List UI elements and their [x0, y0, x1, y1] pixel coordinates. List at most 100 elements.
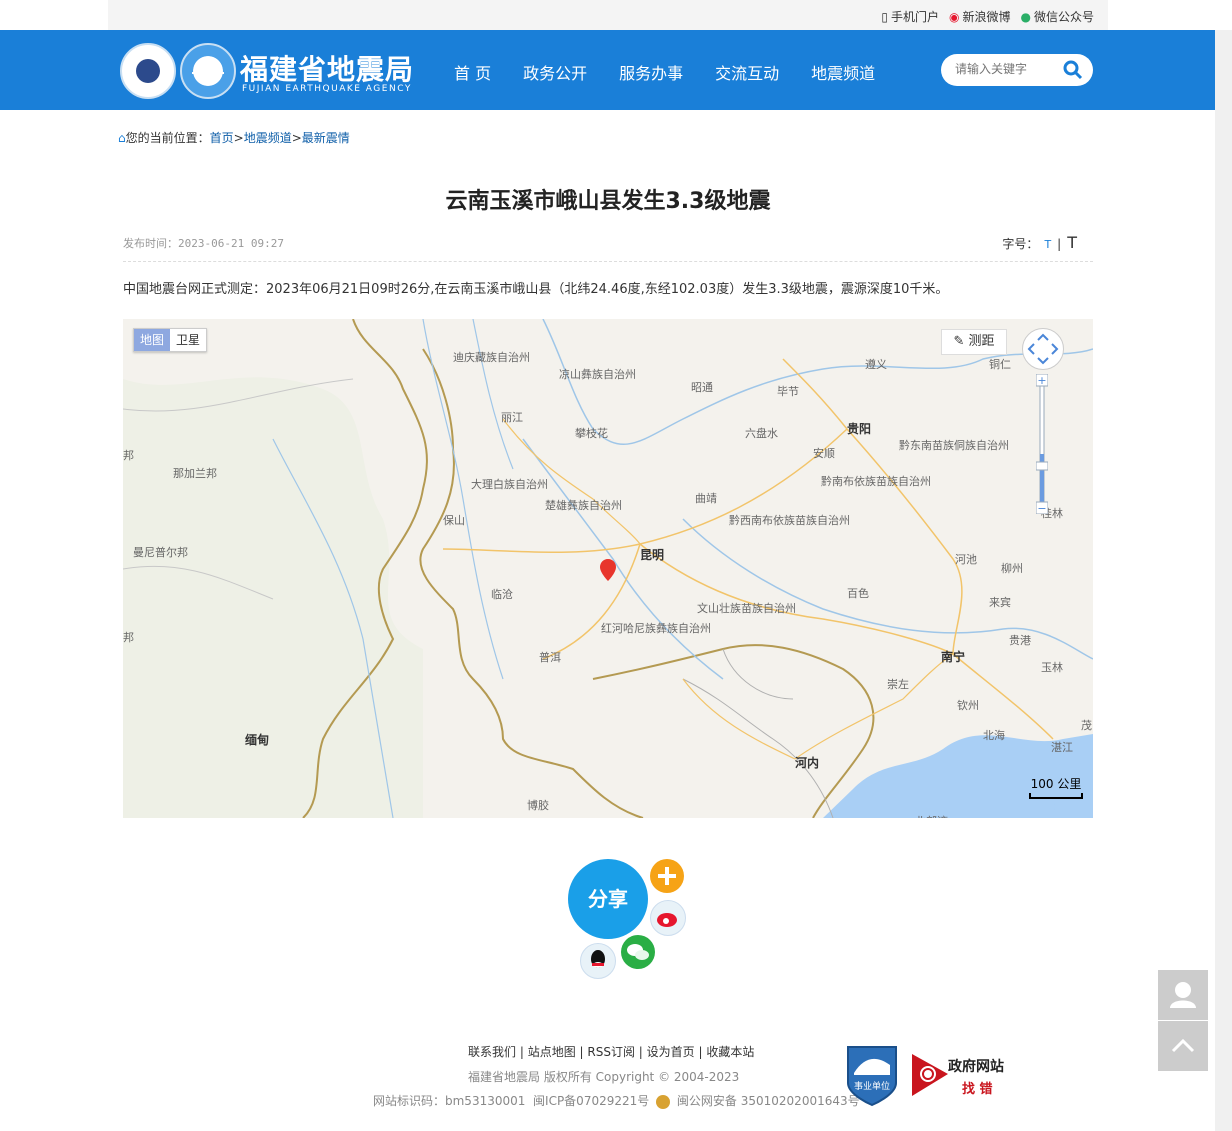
gov-site-error-badge[interactable]: 政府网站 找 错	[910, 1052, 1020, 1098]
fjea-seal-icon	[180, 43, 236, 99]
map-place-label: 黔东南苗族侗族自治州	[899, 439, 1009, 452]
gov-error-icon	[912, 1054, 948, 1096]
map-place-label: 河内	[795, 756, 820, 770]
main-nav: 首 页 政务公开 服务办事 交流互动 地震频道	[454, 60, 875, 84]
map-type-map[interactable]: 地图	[134, 329, 171, 351]
font-size-switch: 字号： T | T	[1002, 233, 1077, 252]
nav-interaction[interactable]: 交流互动	[715, 60, 779, 84]
logo-subtitle: FUJIAN EARTHQUAKE AGENCY	[242, 84, 412, 94]
breadcrumb: ⌂您的当前位置：首页>地震频道>最新震情	[118, 131, 350, 145]
breadcrumb-latest[interactable]: 最新震情	[302, 131, 350, 145]
phone-icon: ▯	[881, 10, 888, 24]
share-button[interactable]: 分享	[568, 859, 648, 939]
map-place-label: 邦	[123, 631, 134, 644]
map-place-label: 曲靖	[695, 492, 717, 505]
footer-set-home[interactable]: 设为首页	[647, 1045, 695, 1059]
nav-home[interactable]: 首 页	[454, 60, 491, 84]
map-place-label: 楚雄彝族自治州	[545, 499, 622, 512]
nav-earthquake-channel[interactable]: 地震频道	[811, 60, 875, 84]
search-icon[interactable]	[1063, 60, 1083, 80]
map-scale: 100 公里	[1029, 775, 1083, 799]
map-place-label: 六盘水	[745, 427, 778, 440]
map-place-label: 博胶	[527, 799, 549, 812]
footer-sitemap[interactable]: 站点地图	[528, 1045, 576, 1059]
map-place-label: 钦州	[957, 699, 979, 712]
agency-seal-icon	[120, 43, 176, 99]
more-share-icon[interactable]	[650, 859, 684, 893]
map-place-label: 崇左	[887, 678, 909, 691]
map-place-label: 普洱	[539, 651, 561, 664]
map-place-label: 黔西南布依族苗族自治州	[729, 514, 850, 527]
chevron-up-icon	[1171, 1038, 1195, 1053]
weibo-icon: ◉	[949, 10, 960, 24]
map-place-label: 凉山彝族自治州	[559, 368, 636, 381]
article-meta: 发布时间：2023-06-21 09:27 字号： T | T	[123, 233, 1093, 262]
police-link[interactable]: 闽公网安备 35010202001643号	[677, 1094, 860, 1108]
measure-tool-button[interactable]: ✎ 测距	[941, 329, 1007, 355]
map-place-label: 黔南布依族苗族自治州	[821, 475, 931, 488]
pan-arrows-icon	[1027, 333, 1059, 365]
map-place-label: 丽江	[501, 411, 523, 424]
map-place-label: 湛江	[1051, 741, 1073, 754]
svg-text:+: +	[1037, 374, 1046, 387]
map-place-label: 毕节	[777, 385, 799, 398]
earthquake-map[interactable]: 迪庆藏族自治州 凉山彝族自治州 遵义 铜仁 昭通 毕节 丽江 攀枝花 六盘水 贵阳 黔东南苗族侗族自…	[123, 319, 1093, 818]
nav-gov-affairs[interactable]: 政务公开	[523, 60, 587, 84]
map-place-label: 贵港	[1009, 634, 1031, 647]
footer-rss[interactable]: RSS订阅	[587, 1045, 635, 1059]
map-place-label: 南宁	[941, 650, 966, 664]
top-utility-bar: ▯ 手机门户 ◉ 新浪微博 ● 微信公众号	[108, 0, 1108, 30]
page-scrollbar[interactable]	[1215, 30, 1232, 1131]
article-title: 云南玉溪市峨山县发生3.3级地震	[445, 189, 771, 214]
map-place-label: 来宾	[989, 596, 1011, 609]
map-place-label: 攀枝花	[575, 427, 608, 440]
epicenter-marker-icon[interactable]	[600, 559, 616, 584]
icp-link[interactable]: 闽ICP备07029221号	[533, 1094, 649, 1108]
map-place-label: 北海	[983, 729, 1005, 742]
breadcrumb-channel[interactable]: 地震频道	[244, 131, 292, 145]
weibo-share-icon[interactable]	[650, 900, 686, 936]
public-institution-badge[interactable]: 事业单位	[846, 1043, 898, 1107]
font-small-button[interactable]: T	[1044, 238, 1051, 251]
map-place-label: 文山壮族苗族自治州	[697, 602, 796, 615]
back-to-top-button[interactable]	[1158, 1021, 1208, 1071]
home-icon: ⌂	[118, 131, 126, 145]
map-place-label: 柳州	[1001, 562, 1023, 575]
map-place-label: 铜仁	[989, 358, 1011, 371]
footer-registration: 网站标识码：bm53130001 闽ICP备07029221号 闽公网安备 35…	[373, 1094, 860, 1109]
publish-date: 发布时间：2023-06-21 09:27	[123, 237, 284, 250]
map-place-label: 百色	[847, 587, 869, 600]
map-place-label: 茂	[1081, 719, 1092, 732]
pan-control[interactable]	[1022, 328, 1064, 370]
qq-share-icon[interactable]	[580, 943, 616, 979]
map-place-label: 昭通	[691, 381, 713, 394]
wechat-icon: ●	[1020, 10, 1031, 24]
map-place-label: 邦	[123, 449, 134, 462]
wechat-link[interactable]: ● 微信公众号	[1021, 8, 1095, 25]
breadcrumb-home[interactable]: 首页	[210, 131, 234, 145]
ruler-icon: ✎	[953, 334, 965, 349]
search-input[interactable]	[953, 61, 1062, 77]
map-place-label: 临沧	[491, 588, 513, 601]
site-header: 福建省地震局 FUJIAN EARTHQUAKE AGENCY 首 页 政务公开…	[0, 30, 1215, 110]
zoom-slider[interactable]: + −	[1035, 373, 1049, 515]
float-user-button[interactable]	[1158, 970, 1208, 1020]
font-large-button[interactable]: T	[1067, 233, 1077, 252]
weibo-link[interactable]: ◉ 新浪微博	[949, 8, 1011, 25]
wechat-share-icon[interactable]	[621, 935, 655, 969]
map-place-label: 贵阳	[847, 422, 872, 436]
map-place-label: 那加兰邦	[173, 467, 217, 480]
footer-bookmark[interactable]: 收藏本站	[706, 1045, 754, 1059]
map-place-label: 缅甸	[245, 733, 270, 747]
footer-contact[interactable]: 联系我们	[468, 1045, 516, 1059]
search-box	[941, 54, 1093, 86]
user-icon	[1170, 982, 1196, 1008]
map-type-satellite[interactable]: 卫星	[170, 329, 206, 351]
nav-services[interactable]: 服务办事	[619, 60, 683, 84]
map-place-label: 曼尼普尔邦	[133, 546, 188, 559]
map-place-label: 迪庆藏族自治州	[453, 351, 530, 364]
mobile-portal-link[interactable]: ▯ 手机门户	[881, 8, 939, 25]
site-logo[interactable]: 福建省地震局 FUJIAN EARTHQUAKE AGENCY	[120, 40, 425, 100]
map-place-label: 安顺	[813, 447, 835, 460]
police-badge-icon	[656, 1094, 671, 1109]
